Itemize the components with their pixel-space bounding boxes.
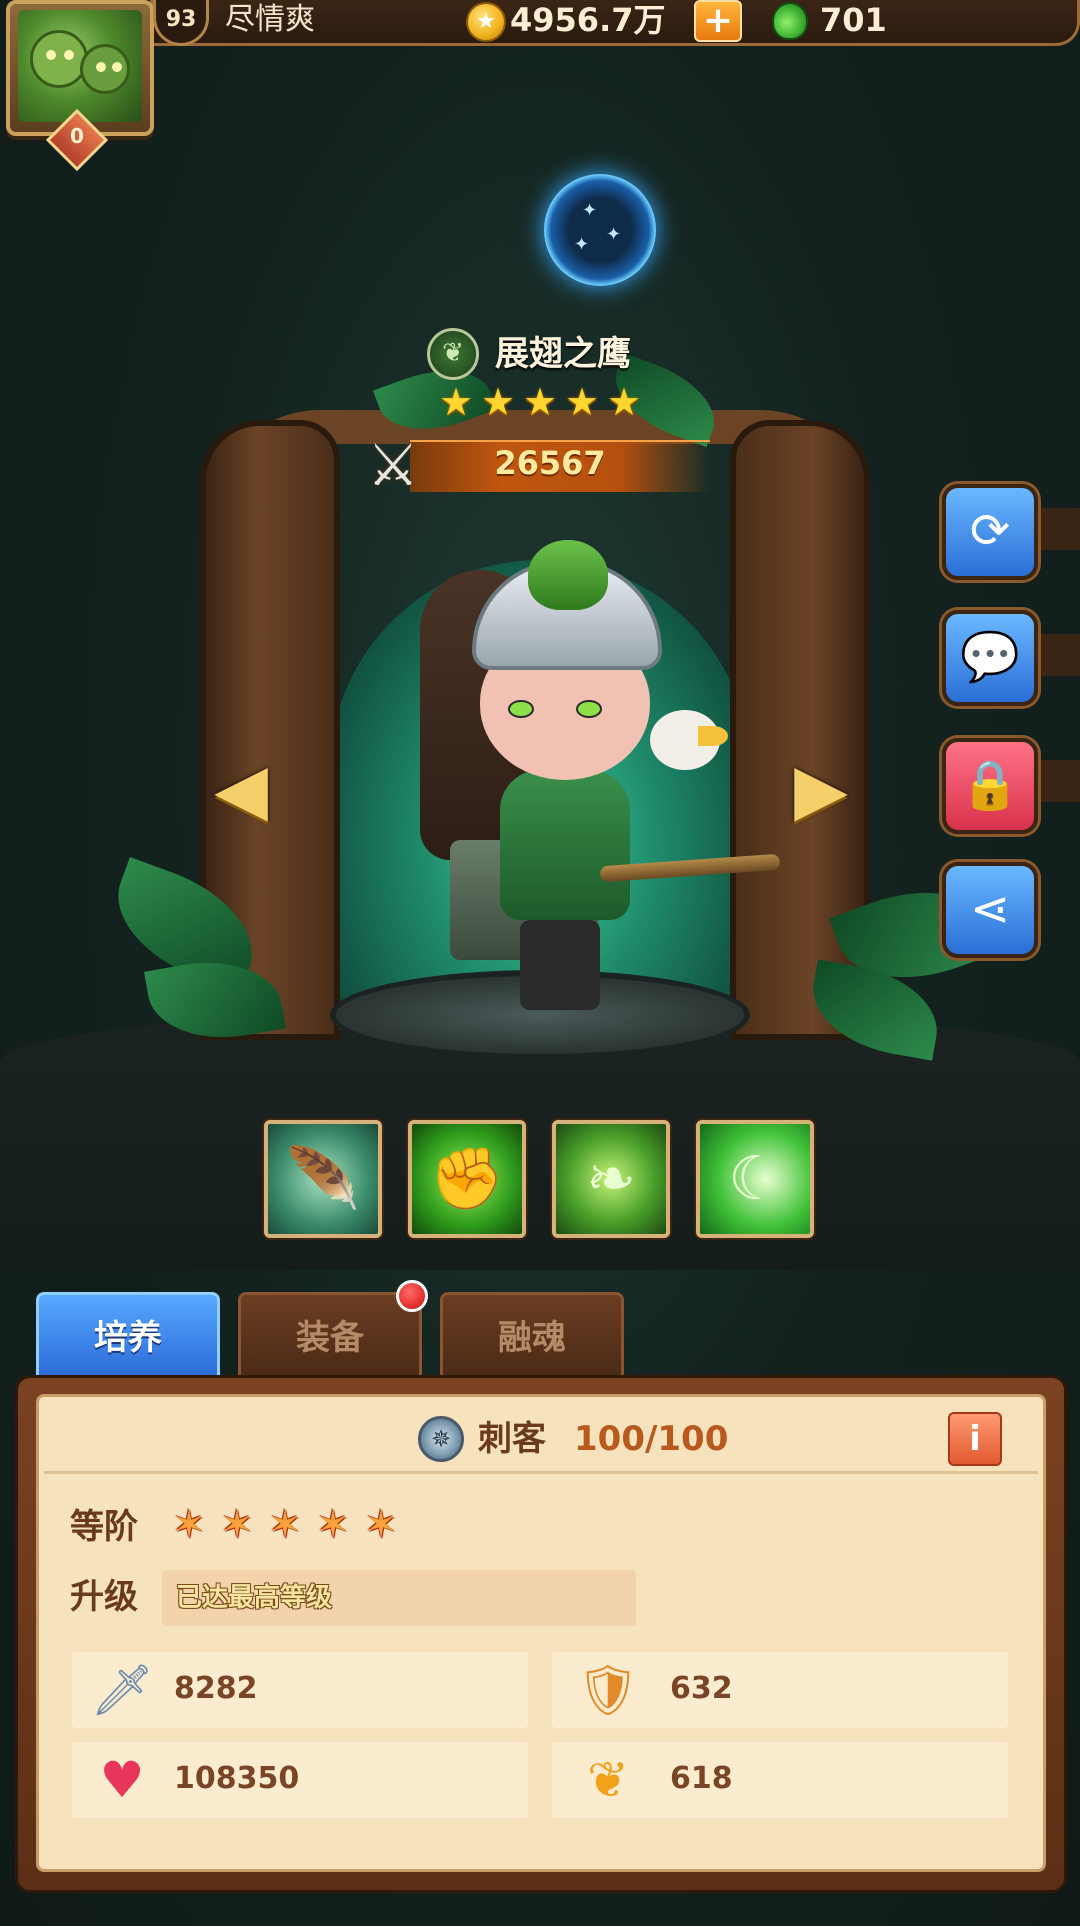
star-icon: ★ [480, 380, 516, 424]
skill-list: 🪶 ✊ ❧ ☾ [264, 1120, 820, 1242]
grade-star-icon: ✶ [172, 1502, 206, 1548]
refresh-button[interactable]: ⟳ [942, 484, 1038, 580]
side-button-tab [1038, 634, 1080, 676]
wing-icon: ❦ [587, 1751, 629, 1809]
upgrade-status: 已达最高等级 [176, 1583, 333, 1613]
potion-amount: 701 [820, 1, 887, 39]
speed-value: 618 [670, 1761, 733, 1796]
star-icon: ★ [606, 380, 642, 424]
rank-value: 0 [70, 124, 84, 148]
attack-value: 8282 [174, 1671, 258, 1706]
grade-star-icon: ✶ [364, 1502, 398, 1548]
sword-icon: 🗡 [90, 1661, 154, 1719]
chat-button[interactable]: 💬 [942, 610, 1038, 706]
grade-star-rating: ✶ ✶ ✶ ✶ ✶ [168, 1502, 418, 1552]
side-button-tab [1038, 508, 1080, 550]
gold-coin-icon: ★ [466, 2, 506, 42]
tab-cultivate[interactable]: 培养 [36, 1292, 220, 1378]
grade-star-icon: ✶ [220, 1502, 254, 1548]
avatar-portrait [18, 10, 142, 122]
hero-name: 展翅之鹰 [495, 334, 631, 374]
add-gold-button[interactable]: + [694, 0, 742, 42]
grade-label: 等阶 [70, 1507, 138, 1547]
share-button[interactable]: ⋖ [942, 862, 1038, 958]
hero-star-rating: ★ ★ ★ ★ ★ [436, 382, 656, 426]
skill-eagle-spirit-icon[interactable]: ☾ [696, 1120, 814, 1238]
lock-button[interactable]: 🔒 [942, 738, 1038, 834]
grade-star-icon: ✶ [316, 1502, 350, 1548]
side-button-tab [1038, 760, 1080, 802]
defense-value: 632 [670, 1671, 733, 1706]
grade-star-icon: ✶ [268, 1502, 302, 1548]
tab-soul-fusion[interactable]: 融魂 [440, 1292, 624, 1378]
crossed-swords-icon: ⚔ [367, 431, 419, 499]
info-button[interactable]: i [948, 1412, 1002, 1466]
notification-dot [396, 1280, 428, 1312]
gold-amount: 4956.7万 [510, 1, 666, 39]
potion-icon [772, 2, 808, 40]
assassin-class-icon: ✵ [418, 1416, 464, 1462]
class-progress: 100/100 [574, 1419, 729, 1459]
portal-orb-icon[interactable]: ✦ ✦ ✦ [544, 174, 656, 286]
shield-icon: 🛡 [576, 1661, 640, 1719]
next-hero-arrow-icon[interactable]: ▶ [784, 748, 858, 830]
player-name: 尽情爽 [225, 2, 315, 37]
skill-wind-wing-icon[interactable]: 🪶 [264, 1120, 382, 1238]
class-name: 刺客 [478, 1419, 546, 1459]
tab-equipment[interactable]: 装备 [238, 1292, 422, 1378]
hero-power: 26567 [494, 444, 606, 482]
star-icon: ★ [522, 380, 558, 424]
leaf-element-icon: ❦ [427, 328, 479, 380]
previous-hero-arrow-icon[interactable]: ◀ [204, 748, 278, 830]
hp-value: 108350 [174, 1761, 300, 1796]
top-bar: 0 93 尽情爽 ★ 4956.7万 + 701 [0, 0, 1080, 172]
heart-icon: ♥ [99, 1751, 145, 1809]
skill-green-fist-icon[interactable]: ✊ [408, 1120, 526, 1238]
star-icon: ★ [564, 380, 600, 424]
hero-character[interactable] [380, 500, 781, 1020]
skill-thorn-vine-icon[interactable]: ❧ [552, 1120, 670, 1238]
star-icon: ★ [438, 380, 474, 424]
upgrade-label: 升级 [70, 1577, 138, 1617]
